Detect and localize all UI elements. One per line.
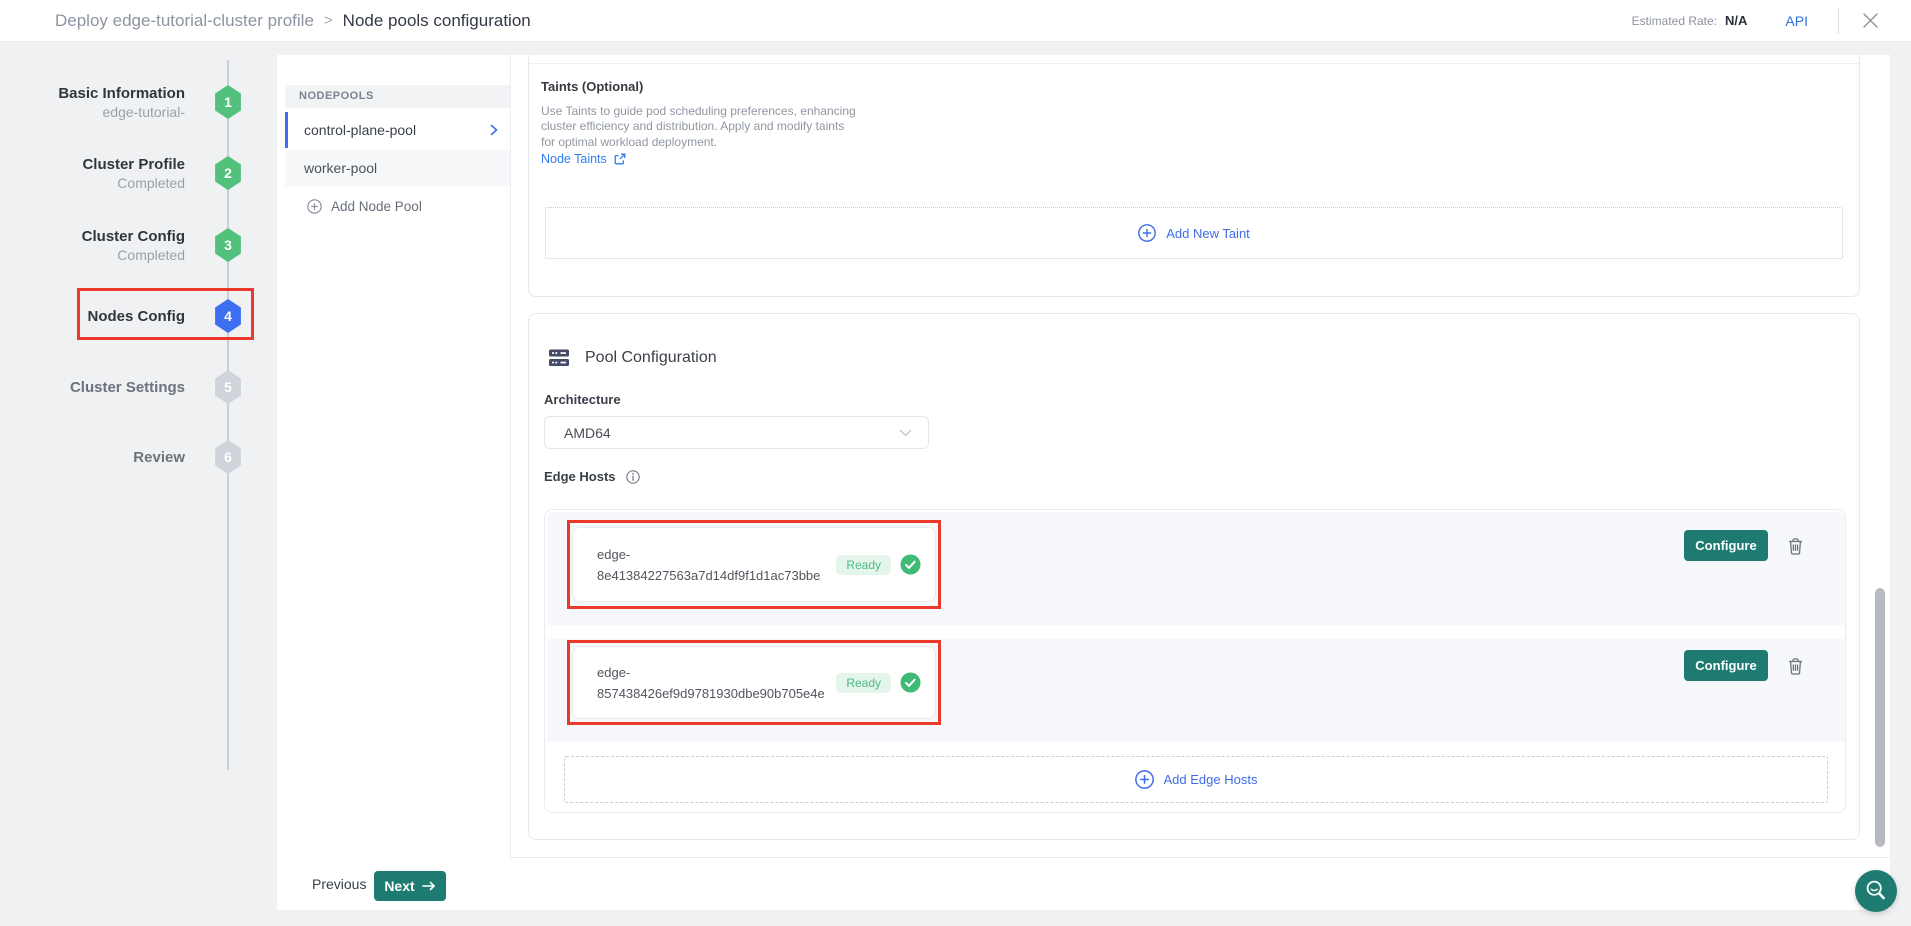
pool-configuration-header: Pool Configuration: [549, 349, 717, 367]
edge-hosts-label: Edge Hosts: [544, 469, 616, 484]
chevron-down-icon: [899, 429, 912, 437]
deploy-wizard-screen: Deploy edge-tutorial-cluster profile > N…: [0, 0, 1911, 926]
step-label: Basic Information: [0, 85, 185, 102]
nodepool-item-worker-pool[interactable]: worker-pool: [285, 150, 510, 186]
arrow-right-icon: [422, 881, 436, 891]
nodepools-sidebar: NODEPOOLS control-plane-pool worker-pool…: [285, 55, 511, 858]
chevron-right-icon: [490, 124, 498, 136]
check-circle-icon: [900, 554, 921, 575]
node-taints-link[interactable]: Node Taints: [541, 152, 626, 166]
step-number-badge: 3: [213, 228, 243, 262]
step-number-badge: 5: [213, 370, 243, 404]
breadcrumb-separator: >: [324, 12, 333, 29]
taints-section-title: Taints (Optional): [541, 79, 643, 94]
trash-icon[interactable]: [1786, 656, 1804, 676]
wizard-footer: Previous Next: [277, 858, 1890, 910]
taints-description: Use Taints to guide pod scheduling prefe…: [541, 104, 857, 150]
pool-configuration-card: Pool Configuration Architecture AMD64 Ed…: [528, 313, 1860, 840]
plus-circle-icon: [1138, 224, 1156, 242]
edge-host-row: edge- 8e41384227563a7d14df9f1d1ac73bbe R…: [547, 512, 1845, 625]
top-header: Deploy edge-tutorial-cluster profile > N…: [0, 0, 1911, 42]
next-button-label: Next: [384, 878, 414, 894]
nodepool-item-control-plane-pool[interactable]: control-plane-pool: [285, 112, 510, 148]
step-label: Cluster Settings: [0, 379, 185, 396]
nodepools-heading: NODEPOOLS: [285, 85, 510, 108]
step-sublabel: edge-tutorial-: [0, 104, 185, 120]
taints-card: Taints (Optional) Use Taints to guide po…: [528, 55, 1860, 297]
step-sublabel: Completed: [0, 247, 185, 263]
configure-button[interactable]: Configure: [1684, 530, 1768, 561]
server-stack-icon: [549, 349, 569, 367]
plus-circle-icon: [1135, 770, 1154, 789]
edge-host-name: edge- 857438426ef9d9781930dbe90b705e4e: [597, 662, 836, 704]
architecture-value: AMD64: [564, 425, 611, 441]
status-badge: Ready: [836, 555, 891, 575]
nodepool-config-content: Taints (Optional) Use Taints to guide po…: [511, 55, 1890, 858]
main-panel: NODEPOOLS control-plane-pool worker-pool…: [277, 55, 1890, 910]
help-search-button[interactable]: [1855, 870, 1897, 912]
wizard-step-cluster-config[interactable]: Cluster Config Completed 3: [0, 223, 260, 267]
add-edge-hosts-label: Add Edge Hosts: [1164, 772, 1258, 787]
nodepool-label: control-plane-pool: [304, 122, 416, 138]
add-new-taint-button[interactable]: Add New Taint: [545, 207, 1843, 259]
step-number-badge: 2: [213, 156, 243, 190]
section-divider: [529, 63, 1859, 64]
breadcrumb-page-title: Node pools configuration: [343, 11, 531, 31]
add-node-pool-label: Add Node Pool: [331, 199, 422, 214]
scrollbar-thumb[interactable]: [1875, 588, 1885, 847]
step-label: Cluster Config: [0, 228, 185, 245]
pool-configuration-title: Pool Configuration: [585, 349, 717, 367]
edge-hosts-label-row: Edge Hosts: [544, 469, 640, 484]
edge-host-name-line1: edge-: [597, 544, 836, 565]
add-new-taint-label: Add New Taint: [1166, 226, 1250, 241]
wizard-step-review[interactable]: Review 6: [0, 435, 260, 479]
edge-host-select[interactable]: edge- 8e41384227563a7d14df9f1d1ac73bbe R…: [572, 527, 936, 602]
api-link[interactable]: API: [1785, 13, 1808, 29]
edge-host-name-line2: 8e41384227563a7d14df9f1d1ac73bbe: [597, 565, 836, 586]
nodepool-label: worker-pool: [304, 160, 377, 176]
node-taints-link-label: Node Taints: [541, 152, 607, 166]
previous-button[interactable]: Previous: [312, 858, 366, 910]
external-link-icon: [614, 153, 626, 165]
add-edge-hosts-button[interactable]: Add Edge Hosts: [564, 756, 1828, 803]
step-label: Nodes Config: [0, 308, 185, 325]
estimated-rate-label: Estimated Rate:: [1632, 14, 1717, 28]
header-actions: Estimated Rate: N/A API: [1632, 8, 1881, 34]
header-divider: [1838, 8, 1839, 34]
edge-host-name-line1: edge-: [597, 662, 836, 683]
step-number-badge: 1: [213, 85, 243, 119]
info-icon[interactable]: [626, 470, 640, 484]
breadcrumb-deploy-title: Deploy edge-tutorial-cluster profile: [55, 11, 314, 31]
wizard-step-nodes-config[interactable]: Nodes Config 4: [0, 294, 260, 338]
magnifier-smile-icon: [1864, 879, 1888, 903]
plus-circle-icon: [307, 199, 322, 214]
edge-hosts-list: edge- 8e41384227563a7d14df9f1d1ac73bbe R…: [544, 509, 1846, 813]
architecture-label: Architecture: [544, 392, 621, 407]
step-number-badge: 4: [213, 299, 243, 333]
edge-host-name-line2: 857438426ef9d9781930dbe90b705e4e: [597, 683, 836, 704]
close-icon[interactable]: [1859, 10, 1881, 32]
edge-host-row: edge- 857438426ef9d9781930dbe90b705e4e R…: [547, 639, 1845, 742]
step-label: Cluster Profile: [0, 156, 185, 173]
wizard-step-basic-information[interactable]: Basic Information edge-tutorial- 1: [0, 80, 260, 124]
wizard-step-cluster-settings[interactable]: Cluster Settings 5: [0, 365, 260, 409]
trash-icon[interactable]: [1786, 536, 1804, 556]
check-circle-icon: [900, 672, 921, 693]
step-number-badge: 6: [213, 440, 243, 474]
next-button[interactable]: Next: [374, 871, 446, 901]
configure-button[interactable]: Configure: [1684, 650, 1768, 681]
status-badge: Ready: [836, 673, 891, 693]
wizard-step-cluster-profile[interactable]: Cluster Profile Completed 2: [0, 151, 260, 195]
add-node-pool-button[interactable]: Add Node Pool: [285, 192, 510, 220]
edge-host-select[interactable]: edge- 857438426ef9d9781930dbe90b705e4e R…: [572, 646, 936, 719]
estimated-rate-value: N/A: [1725, 13, 1747, 28]
step-sublabel: Completed: [0, 175, 185, 191]
edge-host-name: edge- 8e41384227563a7d14df9f1d1ac73bbe: [597, 544, 836, 586]
step-label: Review: [0, 449, 185, 466]
architecture-select[interactable]: AMD64: [544, 416, 929, 449]
